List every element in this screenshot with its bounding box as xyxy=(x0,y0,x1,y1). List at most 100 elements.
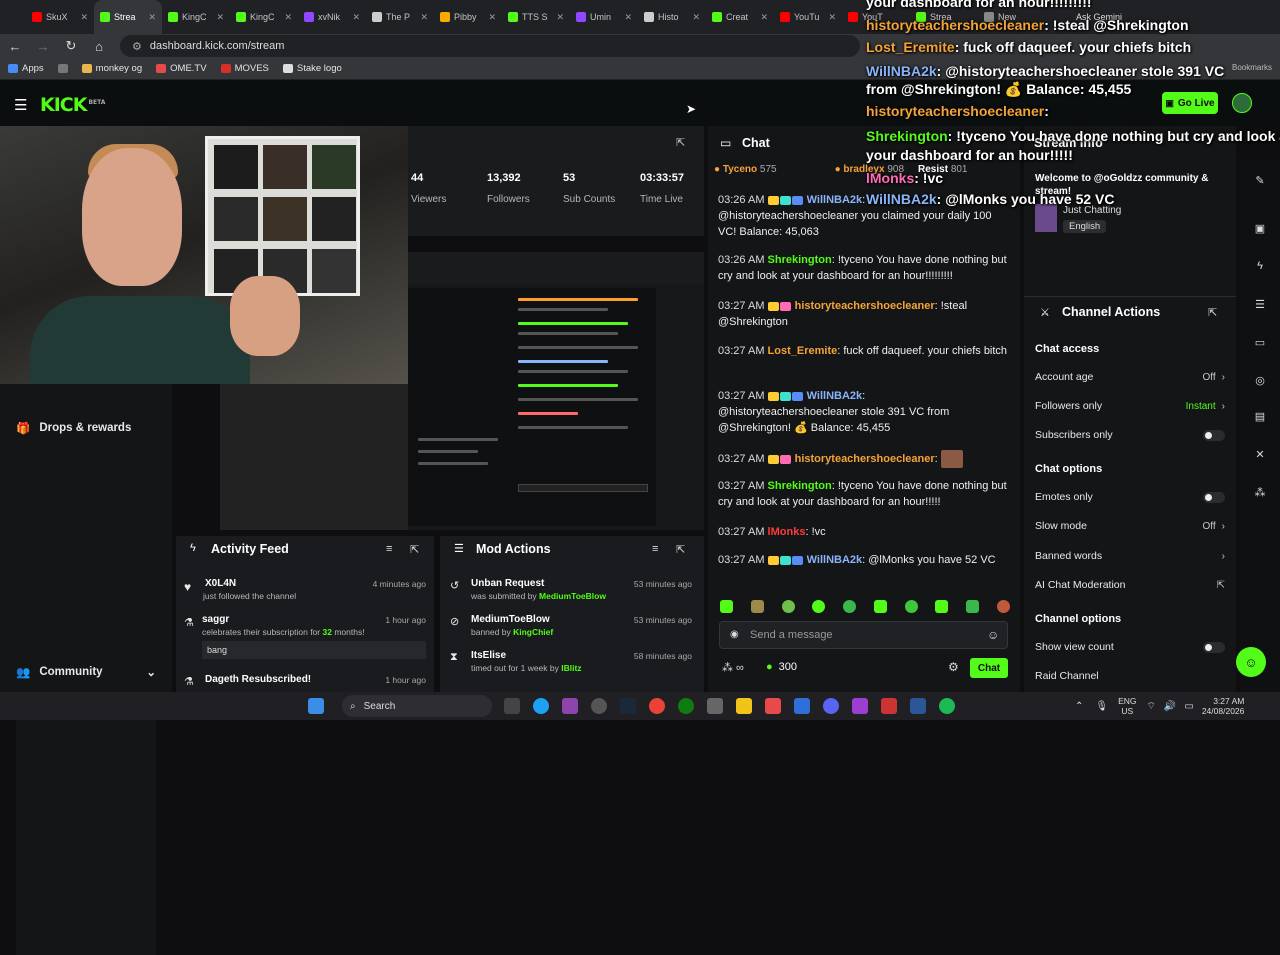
discord-icon[interactable] xyxy=(823,698,839,714)
emote-icon[interactable] xyxy=(843,600,857,613)
popout-icon[interactable]: ⇱ xyxy=(676,543,685,556)
store-icon[interactable] xyxy=(765,698,781,714)
chat-settings-icon[interactable]: ◉ xyxy=(730,629,739,640)
sidebar-item-drops[interactable]: 🎁 Drops & rewards xyxy=(16,421,131,435)
tab-active[interactable]: Strea ✕ xyxy=(94,0,162,34)
close-tab-icon[interactable]: ✕ xyxy=(488,12,496,23)
back-icon[interactable]: ← xyxy=(8,39,22,54)
wifi-icon[interactable]: ⌔ xyxy=(1147,700,1156,713)
emote-icon[interactable] xyxy=(996,600,1010,613)
app-icon[interactable] xyxy=(910,698,926,714)
popout-icon[interactable]: ⇱ xyxy=(410,543,419,556)
emote-icon[interactable] xyxy=(812,600,826,613)
edge-icon[interactable] xyxy=(533,698,549,714)
emote-icon[interactable] xyxy=(873,600,887,613)
gear-icon[interactable]: ⚙ xyxy=(948,660,959,674)
url-input[interactable]: ⚙ dashboard.kick.com/stream xyxy=(120,35,860,57)
app-icon[interactable] xyxy=(881,698,897,714)
close-tab-icon[interactable]: ✕ xyxy=(420,12,428,23)
home-icon[interactable]: ⌂ xyxy=(92,39,106,54)
wrench-icon[interactable]: ✕ xyxy=(1252,446,1268,462)
folder-icon[interactable] xyxy=(736,698,752,714)
task-view-icon[interactable] xyxy=(504,698,520,714)
emotes-only-toggle[interactable] xyxy=(1203,491,1225,503)
lightning-icon[interactable]: ϟ xyxy=(1252,258,1268,274)
subscribers-only-toggle[interactable] xyxy=(1203,429,1225,441)
popout-icon[interactable]: ⇱ xyxy=(1208,306,1217,319)
clock[interactable]: 3:27 AM 24/08/2026 xyxy=(1202,696,1245,716)
bookmark-apps[interactable]: Apps xyxy=(8,63,44,74)
tab[interactable]: Creat ✕ xyxy=(706,0,774,34)
tab[interactable]: Pibby ✕ xyxy=(434,0,502,34)
banned-words-row[interactable]: Banned words › xyxy=(1035,550,1225,562)
close-tab-icon[interactable]: ✕ xyxy=(692,12,700,23)
filter-icon[interactable]: ≡ xyxy=(386,543,392,555)
emote-icon[interactable] xyxy=(904,600,918,613)
close-tab-icon[interactable]: ✕ xyxy=(828,12,836,23)
close-tab-icon[interactable]: ✕ xyxy=(284,12,292,23)
kick-logo[interactable]: KICK BETA xyxy=(40,94,105,116)
stats-icon[interactable]: ▤ xyxy=(1252,408,1268,424)
tab[interactable]: KingC ✕ xyxy=(162,0,230,34)
followers-only-row[interactable]: Followers only Instant › xyxy=(1035,400,1225,412)
chat-icon[interactable]: ▭ xyxy=(1252,334,1268,350)
close-tab-icon[interactable]: ✕ xyxy=(556,12,564,23)
close-tab-icon[interactable]: ✕ xyxy=(80,12,88,23)
tab[interactable]: TTS S ✕ xyxy=(502,0,570,34)
microphone-icon[interactable]: 🎙 xyxy=(1095,701,1108,712)
volume-icon[interactable]: 🔊 xyxy=(1164,701,1176,712)
raid-channel-row[interactable]: Raid Channel xyxy=(1035,670,1225,682)
close-tab-icon[interactable]: ✕ xyxy=(216,12,224,23)
chat-input[interactable]: ◉ Send a message ☺ xyxy=(719,621,1008,649)
tab[interactable]: SkuX ✕ xyxy=(26,0,94,34)
emote-icon[interactable] xyxy=(750,600,764,613)
site-info-icon[interactable]: ⚙ xyxy=(132,40,142,53)
spotify-icon[interactable] xyxy=(939,698,955,714)
steam-icon[interactable] xyxy=(620,698,636,714)
top-chatter[interactable]: ● Tyceno 575 xyxy=(714,164,777,178)
bookmark-stake[interactable]: Stake logo xyxy=(282,63,342,74)
tab[interactable]: KingC ✕ xyxy=(230,0,298,34)
chrome-icon[interactable] xyxy=(649,698,665,714)
tab[interactable]: YouTu ✕ xyxy=(774,0,842,34)
tab[interactable]: Histo ✕ xyxy=(638,0,706,34)
forward-icon[interactable]: → xyxy=(36,39,50,54)
account-age-row[interactable]: Account age Off › xyxy=(1035,371,1225,383)
pencil-icon[interactable]: ✎ xyxy=(1252,172,1268,188)
reload-icon[interactable]: ↻ xyxy=(64,38,78,54)
emote-icon[interactable] xyxy=(935,600,949,613)
taskbar-search[interactable]: ⌕ Search xyxy=(342,695,492,717)
points-icon[interactable]: ⁂ ∞ xyxy=(722,661,744,674)
app-icon[interactable] xyxy=(794,698,810,714)
battery-icon[interactable]: ▭ xyxy=(1184,701,1193,712)
sidebar-item-community[interactable]: 👥 Community ⌄ xyxy=(16,389,156,955)
emote-icon[interactable] xyxy=(781,600,795,613)
close-tab-icon[interactable]: ✕ xyxy=(760,12,768,23)
share-icon[interactable]: ⁂ xyxy=(1252,484,1268,500)
chevron-up-icon[interactable]: ⌃ xyxy=(1075,701,1083,712)
list-icon[interactable]: ☰ xyxy=(1252,296,1268,312)
show-view-count-toggle[interactable] xyxy=(1203,641,1225,653)
bookmark-ometv[interactable]: OME.TV xyxy=(156,63,207,74)
popout-icon[interactable]: ⇱ xyxy=(676,136,685,149)
slow-mode-row[interactable]: Slow mode Off › xyxy=(1035,520,1225,532)
send-chat-button[interactable]: Chat xyxy=(970,658,1008,678)
settings-icon[interactable] xyxy=(707,698,723,714)
close-tab-icon[interactable]: ✕ xyxy=(624,12,632,23)
app-icon[interactable] xyxy=(852,698,868,714)
tab[interactable]: Umin ✕ xyxy=(570,0,638,34)
language-indicator[interactable]: ENG US xyxy=(1118,696,1136,716)
xbox-icon[interactable] xyxy=(678,698,694,714)
support-chat-button[interactable]: ☺ xyxy=(1236,647,1266,677)
bookmark-grid[interactable] xyxy=(57,64,68,73)
emoji-icon[interactable]: ☺ xyxy=(987,628,999,642)
tab[interactable]: The P ✕ xyxy=(366,0,434,34)
close-tab-icon[interactable]: ✕ xyxy=(352,12,360,23)
broadcast-icon[interactable]: ◎ xyxy=(1252,372,1268,388)
windows-start-icon[interactable] xyxy=(308,698,324,714)
go-live-button[interactable]: ▣ Go Live xyxy=(1162,92,1218,114)
filter-icon[interactable]: ≡ xyxy=(652,543,658,555)
menu-icon[interactable]: ☰ xyxy=(14,96,27,114)
obs-icon[interactable] xyxy=(591,698,607,714)
tab[interactable]: xvNik ✕ xyxy=(298,0,366,34)
